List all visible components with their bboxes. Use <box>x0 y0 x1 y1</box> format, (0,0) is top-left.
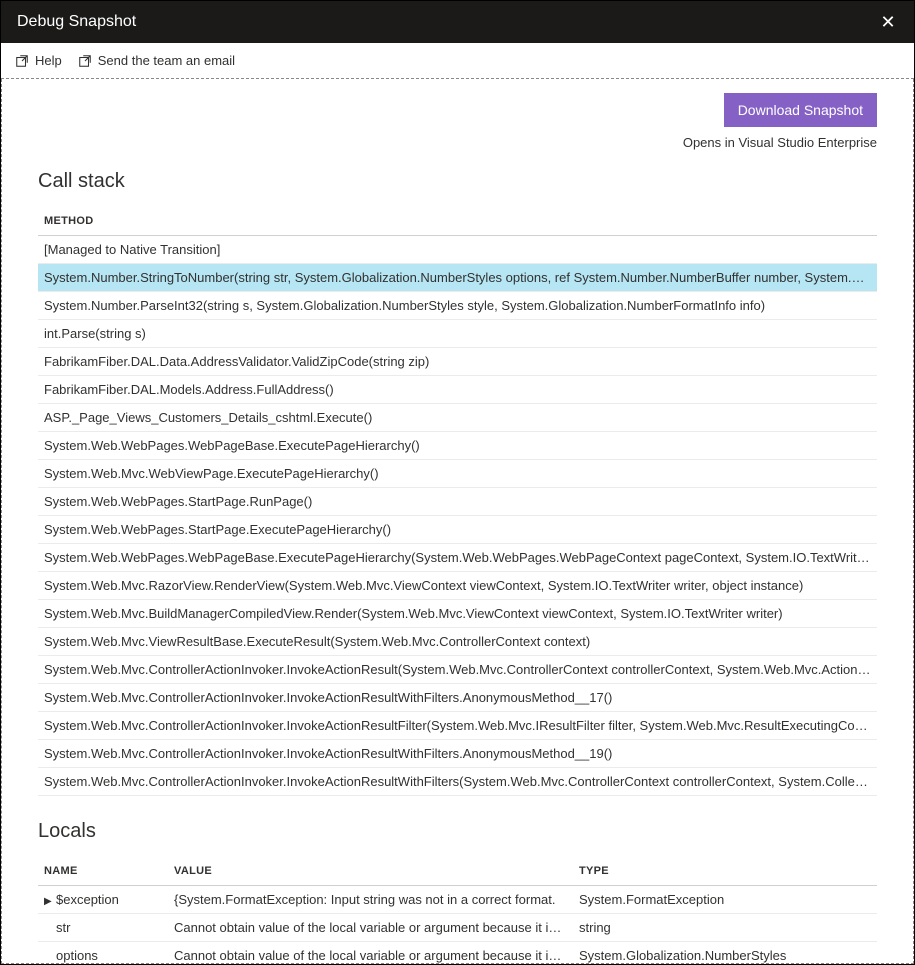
locals-row[interactable]: ▶ $exception {System.FormatException: Inpu… <box>38 886 877 914</box>
locals-table: NAME VALUE TYPE ▶ $exception {System.Forma… <box>38 857 877 964</box>
callstack-row[interactable]: System.Web.Mvc.BuildManagerCompiledView.… <box>38 600 877 628</box>
callstack-table: METHOD [Managed to Native Transition]Sys… <box>38 207 877 796</box>
callstack-method: System.Web.WebPages.WebPageBase.ExecuteP… <box>38 544 877 572</box>
locals-value: {System.FormatException: Input string wa… <box>168 886 573 914</box>
callstack-method: FabrikamFiber.DAL.Models.Address.FullAdd… <box>38 376 877 404</box>
callstack-row[interactable]: System.Web.WebPages.WebPageBase.ExecuteP… <box>38 432 877 460</box>
callstack-method: System.Web.WebPages.StartPage.RunPage() <box>38 488 877 516</box>
locals-value: Cannot obtain value of the local variabl… <box>168 914 573 942</box>
callstack-method: ASP._Page_Views_Customers_Details_cshtml… <box>38 404 877 432</box>
callstack-method: FabrikamFiber.DAL.Data.AddressValidator.… <box>38 348 877 376</box>
callstack-method: System.Web.Mvc.RazorView.RenderView(Syst… <box>38 572 877 600</box>
callstack-row[interactable]: int.Parse(string s) <box>38 320 877 348</box>
callstack-row[interactable]: System.Web.WebPages.StartPage.ExecutePag… <box>38 516 877 544</box>
locals-row[interactable]: str Cannot obtain value of the local vari… <box>38 914 877 942</box>
callstack-row[interactable]: System.Number.StringToNumber(string str,… <box>38 264 877 292</box>
debug-snapshot-window: Debug Snapshot ✕ Help <box>0 0 915 965</box>
content-scroll[interactable]: Download Snapshot Opens in Visual Studio… <box>1 79 914 964</box>
callstack-method: System.Web.Mvc.ViewResultBase.ExecuteRes… <box>38 628 877 656</box>
locals-header-value[interactable]: VALUE <box>168 857 573 886</box>
close-button[interactable]: ✕ <box>874 8 902 36</box>
locals-name: $exception <box>56 892 119 907</box>
help-link[interactable]: Help <box>15 53 62 68</box>
locals-header-name[interactable]: NAME <box>38 857 168 886</box>
content: Download Snapshot Opens in Visual Studio… <box>2 79 913 964</box>
callstack-row[interactable]: System.Number.ParseInt32(string s, Syste… <box>38 292 877 320</box>
callstack-row[interactable]: System.Web.Mvc.ViewResultBase.ExecuteRes… <box>38 628 877 656</box>
popout-icon <box>15 54 29 68</box>
email-label: Send the team an email <box>98 53 235 68</box>
locals-header-type[interactable]: TYPE <box>573 857 877 886</box>
callstack-row[interactable]: System.Web.Mvc.ControllerActionInvoker.I… <box>38 768 877 796</box>
callstack-row[interactable]: [Managed to Native Transition] <box>38 236 877 264</box>
locals-name-cell: ▶ $exception <box>38 886 168 914</box>
callstack-row[interactable]: System.Web.Mvc.ControllerActionInvoker.I… <box>38 684 877 712</box>
callstack-method: System.Number.StringToNumber(string str,… <box>38 264 877 292</box>
email-link[interactable]: Send the team an email <box>78 53 235 68</box>
callstack-method: System.Web.Mvc.BuildManagerCompiledView.… <box>38 600 877 628</box>
callstack-method: System.Web.Mvc.ControllerActionInvoker.I… <box>38 768 877 796</box>
locals-type: System.FormatException <box>573 886 877 914</box>
callstack-row[interactable]: FabrikamFiber.DAL.Data.AddressValidator.… <box>38 348 877 376</box>
close-icon: ✕ <box>880 12 895 33</box>
callstack-row[interactable]: System.Web.Mvc.WebViewPage.ExecutePageHi… <box>38 460 877 488</box>
titlebar: Debug Snapshot ✕ <box>1 1 914 43</box>
callstack-row[interactable]: System.Web.Mvc.ControllerActionInvoker.I… <box>38 656 877 684</box>
popout-icon <box>78 54 92 68</box>
callstack-row[interactable]: FabrikamFiber.DAL.Models.Address.FullAdd… <box>38 376 877 404</box>
help-label: Help <box>35 53 62 68</box>
callstack-row[interactable]: System.Web.WebPages.StartPage.RunPage() <box>38 488 877 516</box>
download-area: Download Snapshot Opens in Visual Studio… <box>38 93 877 150</box>
callstack-method: System.Web.Mvc.WebViewPage.ExecutePageHi… <box>38 460 877 488</box>
callstack-row[interactable]: System.Web.Mvc.ControllerActionInvoker.I… <box>38 712 877 740</box>
window-title: Debug Snapshot <box>17 13 136 31</box>
locals-name-cell: str <box>38 914 168 942</box>
callstack-method: int.Parse(string s) <box>38 320 877 348</box>
locals-title: Locals <box>38 820 877 843</box>
callstack-method: System.Web.WebPages.StartPage.ExecutePag… <box>38 516 877 544</box>
expander-icon[interactable]: ▶ <box>44 896 52 907</box>
locals-value: Cannot obtain value of the local variabl… <box>168 942 573 965</box>
callstack-header-method[interactable]: METHOD <box>38 207 877 236</box>
locals-row[interactable]: options Cannot obtain value of the local … <box>38 942 877 965</box>
locals-name: options <box>56 948 98 963</box>
locals-name: str <box>56 920 70 935</box>
callstack-method: System.Web.Mvc.ControllerActionInvoker.I… <box>38 712 877 740</box>
callstack-method: System.Web.WebPages.WebPageBase.ExecuteP… <box>38 432 877 460</box>
locals-type: string <box>573 914 877 942</box>
callstack-method: [Managed to Native Transition] <box>38 236 877 264</box>
download-subtext: Opens in Visual Studio Enterprise <box>683 135 877 150</box>
callstack-method: System.Number.ParseInt32(string s, Syste… <box>38 292 877 320</box>
callstack-row[interactable]: System.Web.Mvc.RazorView.RenderView(Syst… <box>38 572 877 600</box>
callstack-row[interactable]: ASP._Page_Views_Customers_Details_cshtml… <box>38 404 877 432</box>
locals-name-cell: options <box>38 942 168 965</box>
locals-type: System.Globalization.NumberStyles <box>573 942 877 965</box>
callstack-method: System.Web.Mvc.ControllerActionInvoker.I… <box>38 684 877 712</box>
callstack-row[interactable]: System.Web.WebPages.WebPageBase.ExecuteP… <box>38 544 877 572</box>
download-snapshot-button[interactable]: Download Snapshot <box>724 93 877 127</box>
callstack-row[interactable]: System.Web.Mvc.ControllerActionInvoker.I… <box>38 740 877 768</box>
callstack-method: System.Web.Mvc.ControllerActionInvoker.I… <box>38 656 877 684</box>
toolbar: Help Send the team an email <box>1 43 914 79</box>
callstack-title: Call stack <box>38 170 877 193</box>
callstack-method: System.Web.Mvc.ControllerActionInvoker.I… <box>38 740 877 768</box>
